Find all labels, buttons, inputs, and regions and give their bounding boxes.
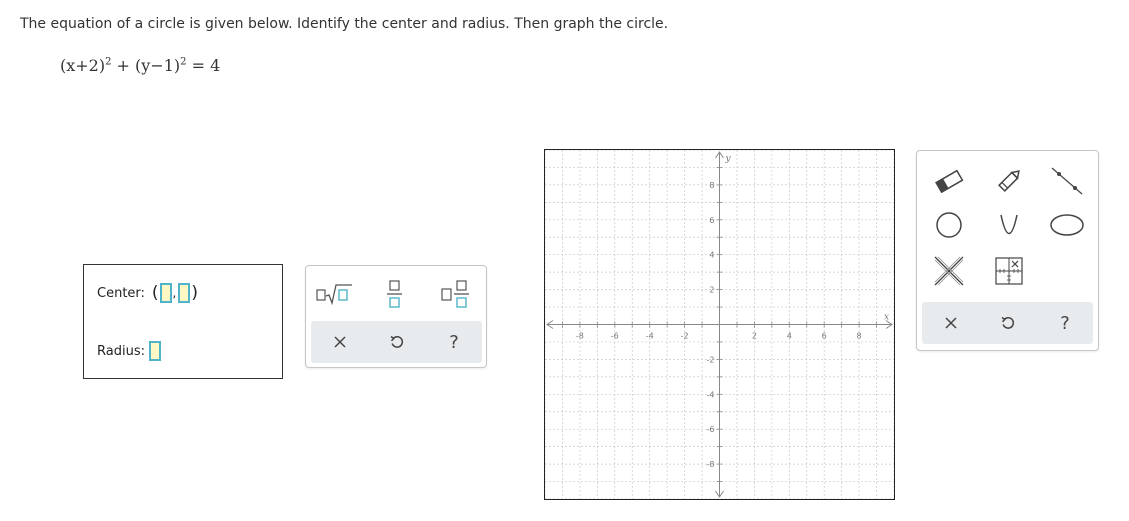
radius-row: Radius: [97, 341, 161, 361]
y-tick-label: -6 [707, 425, 715, 434]
undo-icon [1001, 316, 1015, 329]
equation-plus: + [111, 56, 136, 75]
tool-clear-button[interactable] [926, 302, 976, 344]
line-icon [1051, 167, 1083, 195]
square-root-button[interactable] [314, 274, 354, 314]
undo-icon [390, 335, 404, 348]
tool-undo-button[interactable] [983, 302, 1033, 344]
center-y-input[interactable] [178, 283, 191, 303]
equation-term-y: (y−1) [135, 56, 181, 75]
center-row: Center: ( , ) [97, 283, 199, 303]
keypad-undo-button[interactable] [372, 321, 422, 363]
answer-box: Center: ( , ) Radius: [83, 264, 283, 379]
graph-canvas[interactable]: -8 -6 -4 -2 2 4 6 8 8 6 4 2 -2 -4 -6 -8 x y [545, 150, 894, 499]
circle-icon [936, 212, 962, 238]
clear-icon [945, 317, 957, 329]
fraction-button[interactable] [375, 274, 415, 314]
clear-icon [334, 336, 346, 348]
instructions: The equation of a circle is given below.… [20, 16, 669, 32]
x-tick-label: -2 [681, 332, 689, 341]
circle-tool[interactable] [927, 205, 971, 245]
y-tick-label: 6 [709, 216, 714, 225]
equation: (x+2)2 + (y−1)2 = 4 [60, 56, 220, 75]
y-tick-label: -2 [707, 355, 715, 364]
mixed-number-button[interactable] [436, 274, 476, 314]
pencil-icon [998, 170, 1020, 192]
y-axis-label: y [725, 154, 732, 164]
y-tick-label: -4 [707, 390, 715, 399]
radius-input[interactable] [148, 341, 161, 361]
x-tick-label: -6 [611, 332, 619, 341]
center-x-input[interactable] [159, 283, 172, 303]
x-tick-label: -8 [576, 332, 584, 341]
keypad-clear-button[interactable] [315, 321, 365, 363]
keypad-action-bar: ? [311, 321, 482, 363]
y-tick-label: 2 [709, 286, 714, 295]
graph-tool-panel: ? [916, 150, 1099, 351]
x-tick-label: 6 [822, 332, 827, 341]
parabola-tool[interactable] [987, 205, 1031, 245]
pencil-tool[interactable] [987, 161, 1031, 201]
y-tick-label: 4 [709, 251, 714, 260]
help-icon: ? [1060, 312, 1070, 334]
x-tick-label: 4 [787, 332, 792, 341]
equation-term-x: (x+2) [60, 56, 106, 75]
x-mark-icon [934, 256, 964, 286]
coordinate-graph[interactable]: -8 -6 -4 -2 2 4 6 8 8 6 4 2 -2 -4 -6 -8 x y [544, 149, 895, 500]
center-label: Center: [97, 285, 145, 301]
tool-help-button[interactable]: ? [1040, 302, 1090, 344]
grid-tool[interactable] [987, 251, 1031, 291]
fraction-icon [387, 280, 402, 308]
radius-label: Radius: [97, 343, 145, 359]
parabola-icon [1000, 214, 1018, 235]
x-axis-label: x [884, 313, 889, 323]
grid-icon [995, 257, 1023, 285]
y-tick-label: -8 [707, 460, 715, 469]
eraser-tool[interactable] [927, 161, 971, 201]
x-tick-label: 2 [752, 332, 757, 341]
math-keypad: ? [305, 265, 487, 368]
square-root-icon [316, 284, 352, 306]
center-close-paren: ) [191, 283, 199, 303]
x-mark-tool[interactable] [927, 251, 971, 291]
x-tick-label: 8 [857, 332, 862, 341]
ellipse-tool[interactable] [1045, 205, 1089, 245]
center-open-paren: ( [151, 283, 159, 303]
y-tick-label: 8 [709, 181, 714, 190]
center-comma: , [172, 286, 177, 300]
x-tick-label: -4 [646, 332, 654, 341]
ellipse-icon [1050, 214, 1084, 236]
eraser-icon [935, 169, 964, 193]
line-tool[interactable] [1045, 161, 1089, 201]
tool-action-bar: ? [922, 302, 1093, 344]
equation-rhs: = 4 [186, 56, 221, 75]
keypad-help-button[interactable]: ? [429, 321, 479, 363]
mixed-number-icon [441, 280, 469, 308]
help-icon: ? [449, 331, 459, 353]
